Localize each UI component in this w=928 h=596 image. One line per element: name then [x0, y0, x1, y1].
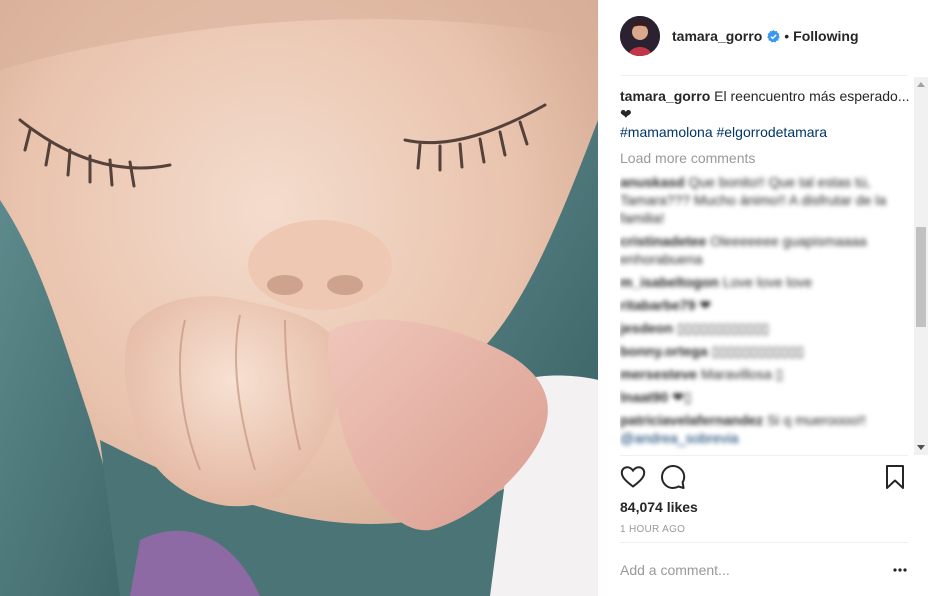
- actions-divider: [620, 455, 908, 456]
- comments-section: tamara_gorro El reencuentro más esperado…: [620, 87, 912, 455]
- comment-text: ❤: [699, 297, 712, 313]
- more-options-icon[interactable]: [892, 562, 908, 578]
- scroll-down-arrow-icon[interactable]: [917, 445, 925, 450]
- caption-hashtags[interactable]: #mamamolona #elgorrodetamara: [620, 123, 912, 141]
- caption-username[interactable]: tamara_gorro: [620, 88, 710, 104]
- header-divider: [620, 75, 908, 76]
- bookmark-icon[interactable]: [882, 464, 908, 490]
- heart-icon[interactable]: [620, 464, 646, 490]
- comment-username[interactable]: m_isabeltogon: [620, 274, 719, 290]
- comment-text: ▯▯▯▯▯▯▯▯▯▯▯▯: [676, 320, 770, 336]
- list-item: jesdeon ▯▯▯▯▯▯▯▯▯▯▯▯: [620, 319, 912, 337]
- separator-dot: •: [784, 28, 790, 44]
- list-item: ritabarbe79 ❤: [620, 296, 912, 314]
- list-item: bonny.ortega ▯▯▯▯▯▯▯▯▯▯▯▯: [620, 342, 912, 360]
- comment-username[interactable]: patriciavelafernandez: [620, 412, 763, 428]
- avatar[interactable]: [620, 16, 660, 56]
- post-actions: [620, 464, 908, 490]
- post-caption: tamara_gorro El reencuentro más esperado…: [620, 87, 912, 141]
- comment-username[interactable]: lnaat90: [620, 389, 668, 405]
- post-header: tamara_gorro • Following: [620, 14, 906, 58]
- comments-scrollbar[interactable]: [914, 77, 928, 455]
- comment-text: ▯▯▯▯▯▯▯▯▯▯▯▯: [711, 343, 804, 359]
- comment-username[interactable]: jesdeon: [620, 320, 673, 336]
- post-photo[interactable]: [0, 0, 598, 596]
- post-timestamp[interactable]: 1 HOUR AGO: [620, 524, 685, 535]
- following-button[interactable]: Following: [793, 28, 858, 44]
- comment-mention-link[interactable]: @andrea_sobrevia: [620, 430, 739, 446]
- likes-count[interactable]: 84,074 likes: [620, 499, 698, 515]
- comment-divider: [620, 542, 908, 543]
- list-item: anuskasd Que bonito!! Que tal estas tú, …: [620, 173, 912, 227]
- comment-list: anuskasd Que bonito!! Que tal estas tú, …: [620, 173, 912, 447]
- comment-text: Love love love: [722, 274, 813, 290]
- scrollbar-thumb[interactable]: [916, 227, 926, 327]
- list-item: cristinadetee Oleeeeeee guapismaaaa enho…: [620, 232, 912, 268]
- post-side-panel: tamara_gorro • Following tamara_gorro El…: [598, 0, 928, 596]
- list-item: patriciavelafernandez Si q mueroooo!! @an…: [620, 411, 912, 447]
- comment-text: Maravillosa ▯: [700, 366, 784, 382]
- comment-username[interactable]: cristinadetee: [620, 233, 706, 249]
- post-username[interactable]: tamara_gorro: [672, 28, 762, 44]
- comment-username[interactable]: ritabarbe79: [620, 297, 695, 313]
- verified-badge-icon: [767, 29, 781, 42]
- add-comment-input[interactable]: [620, 556, 880, 584]
- comment-username[interactable]: mersesteve: [620, 366, 697, 382]
- comment-username[interactable]: anuskasd: [620, 174, 685, 190]
- comment-text: ❤▯: [672, 389, 692, 405]
- comment-icon[interactable]: [660, 464, 686, 490]
- list-item: lnaat90 ❤▯: [620, 388, 912, 406]
- list-item: mersesteve Maravillosa ▯: [620, 365, 912, 383]
- list-item: m_isabeltogon Love love love: [620, 273, 912, 291]
- load-more-comments-button[interactable]: Load more comments: [620, 149, 912, 167]
- comment-text: Si q mueroooo!!: [767, 412, 866, 428]
- scroll-up-arrow-icon[interactable]: [917, 82, 925, 87]
- post-image: [0, 0, 598, 596]
- comment-username[interactable]: bonny.ortega: [620, 343, 708, 359]
